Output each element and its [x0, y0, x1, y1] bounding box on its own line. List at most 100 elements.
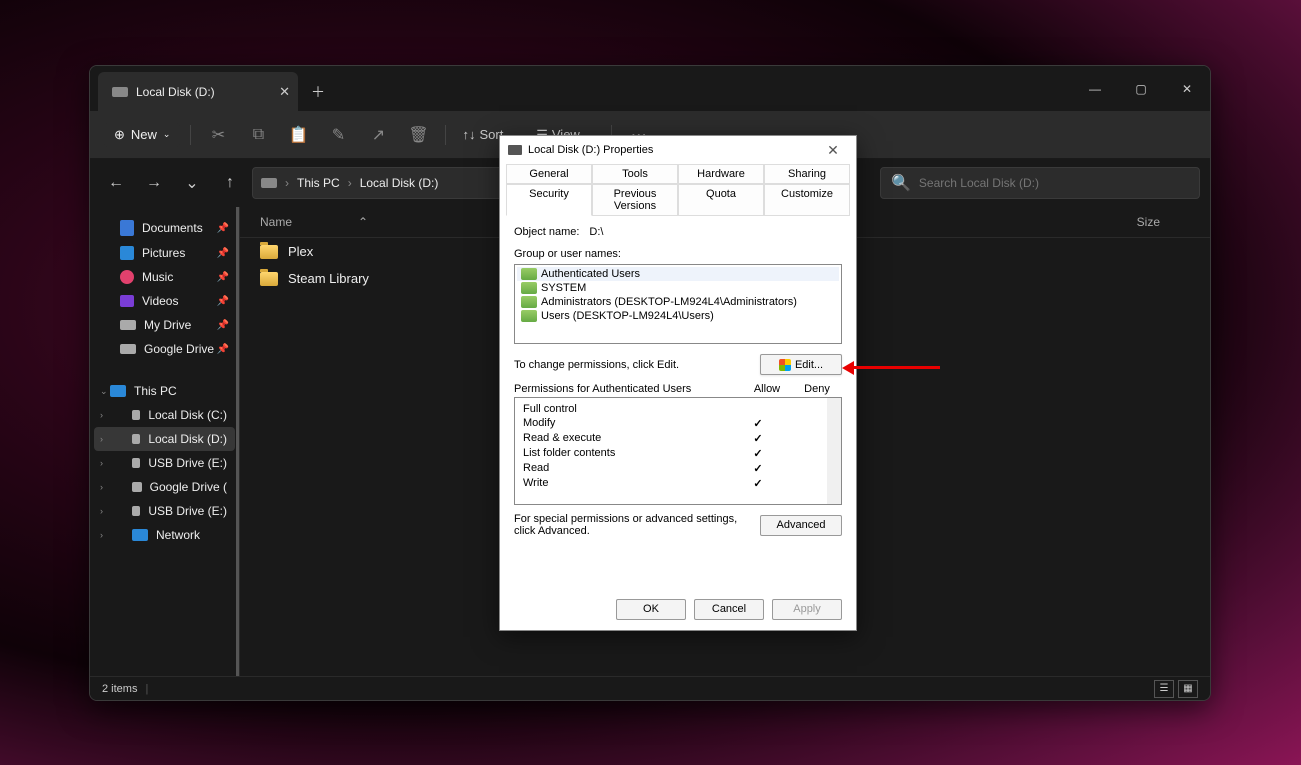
- sidebar-item-my-drive[interactable]: My Drive📌: [94, 313, 235, 337]
- pin-icon: 📌: [217, 248, 229, 259]
- sidebar-item-music[interactable]: Music📌: [94, 265, 235, 289]
- allow-header: Allow: [742, 383, 792, 395]
- group-system[interactable]: SYSTEM: [517, 281, 839, 295]
- properties-dialog: Local Disk (D:) Properties ✕ General Too…: [499, 135, 857, 631]
- sidebar-this-pc[interactable]: ⌄This PC: [94, 379, 235, 403]
- close-button[interactable]: ✕: [1164, 66, 1210, 111]
- dialog-close-button[interactable]: ✕: [818, 142, 848, 159]
- sidebar-item-videos[interactable]: Videos📌: [94, 289, 235, 313]
- drive-icon: [132, 506, 140, 516]
- chevron-right-icon: ›: [100, 482, 103, 492]
- perm-write: Write✓: [523, 476, 833, 491]
- group-authenticated-users[interactable]: Authenticated Users: [517, 267, 839, 281]
- sidebar-item-documents[interactable]: Documents📌: [94, 215, 235, 241]
- breadcrumb-current[interactable]: Local Disk (D:): [360, 176, 439, 190]
- chevron-down-icon: ⌄: [163, 129, 171, 140]
- chevron-right-icon: ›: [100, 458, 103, 468]
- chevron-right-icon: ›: [348, 176, 352, 190]
- deny-header: Deny: [792, 383, 842, 395]
- up-button[interactable]: ↑: [214, 167, 246, 199]
- drive-icon: [120, 320, 136, 330]
- sidebar-drive-d[interactable]: ›Local Disk (D:): [94, 427, 235, 451]
- sidebar-google-drive[interactable]: ›Google Drive (: [94, 475, 235, 499]
- share-icon[interactable]: ↗: [361, 118, 395, 152]
- tab-sharing[interactable]: Sharing: [764, 164, 850, 184]
- tab-general[interactable]: General: [506, 164, 592, 184]
- tab-customize[interactable]: Customize: [764, 184, 850, 216]
- sidebar-drive-c[interactable]: ›Local Disk (C:): [94, 403, 235, 427]
- breadcrumb-root[interactable]: This PC: [297, 176, 340, 190]
- sidebar-scrollbar[interactable]: [236, 207, 239, 676]
- drive-icon: [120, 344, 136, 354]
- videos-icon: [120, 295, 134, 307]
- pin-icon: 📌: [217, 344, 229, 355]
- back-button[interactable]: ←: [100, 167, 132, 199]
- perm-read: Read✓: [523, 461, 833, 476]
- sidebar: Documents📌 Pictures📌 Music📌 Videos📌 My D…: [90, 207, 240, 676]
- chevron-right-icon: ›: [100, 434, 103, 444]
- tab-quota[interactable]: Quota: [678, 184, 764, 216]
- copy-icon[interactable]: ⧉: [241, 118, 275, 152]
- details-view-button[interactable]: ☰: [1154, 680, 1174, 698]
- shield-icon: [779, 359, 791, 371]
- tab-close-icon[interactable]: ✕: [279, 84, 290, 100]
- group-list[interactable]: Authenticated Users SYSTEM Administrator…: [514, 264, 842, 344]
- group-administrators[interactable]: Administrators (DESKTOP-LM924L4\Administ…: [517, 295, 839, 309]
- cancel-button[interactable]: Cancel: [694, 599, 764, 620]
- drive-icon: [132, 410, 140, 420]
- dialog-body: Object name: D:\ Group or user names: Au…: [500, 216, 856, 547]
- search-box[interactable]: 🔍: [880, 167, 1200, 199]
- users-icon: [521, 282, 537, 294]
- users-icon: [521, 268, 537, 280]
- new-tab-button[interactable]: ＋: [298, 72, 338, 111]
- search-input[interactable]: [919, 176, 1189, 190]
- tab-security[interactable]: Security: [506, 184, 592, 216]
- special-permissions-text: For special permissions or advanced sett…: [514, 513, 750, 537]
- deny-check: [783, 477, 833, 490]
- paste-icon[interactable]: 📋: [281, 118, 315, 152]
- maximize-button[interactable]: ▢: [1118, 66, 1164, 111]
- cut-icon[interactable]: ✂: [201, 118, 235, 152]
- permissions-scrollbar[interactable]: [827, 398, 841, 504]
- dialog-titlebar: Local Disk (D:) Properties ✕: [500, 136, 856, 164]
- group-users[interactable]: Users (DESKTOP-LM924L4\Users): [517, 309, 839, 323]
- pc-icon: [110, 385, 126, 397]
- tab-local-disk-d[interactable]: Local Disk (D:) ✕: [98, 72, 298, 111]
- recent-button[interactable]: ⌄: [176, 167, 208, 199]
- edit-button[interactable]: Edit...: [760, 354, 842, 375]
- folder-icon: [260, 245, 278, 259]
- document-icon: [120, 220, 134, 236]
- tab-previous-versions[interactable]: Previous Versions: [592, 184, 678, 216]
- sidebar-network[interactable]: ›Network: [94, 523, 235, 547]
- delete-icon[interactable]: 🗑: [401, 118, 435, 152]
- perm-full-control: Full control: [523, 402, 833, 416]
- users-icon: [521, 296, 537, 308]
- sidebar-usb-drive-e-2[interactable]: ›USB Drive (E:): [94, 499, 235, 523]
- apply-button[interactable]: Apply: [772, 599, 842, 620]
- window-controls: — ▢ ✕: [1072, 66, 1210, 111]
- rename-icon[interactable]: ✎: [321, 118, 355, 152]
- group-label: Group or user names:: [514, 248, 842, 260]
- chevron-right-icon: ›: [100, 530, 103, 540]
- icons-view-button[interactable]: ▦: [1178, 680, 1198, 698]
- advanced-button[interactable]: Advanced: [760, 515, 842, 536]
- network-icon: [132, 529, 148, 541]
- new-button[interactable]: ⊕ New ⌄: [104, 123, 180, 147]
- column-size[interactable]: Size: [1137, 215, 1190, 229]
- drive-icon: [261, 178, 277, 188]
- pin-icon: 📌: [217, 272, 229, 283]
- minimize-button[interactable]: —: [1072, 66, 1118, 111]
- sidebar-item-google-drive[interactable]: Google Drive📌: [94, 337, 235, 361]
- tab-tools[interactable]: Tools: [592, 164, 678, 184]
- sidebar-usb-drive-e[interactable]: ›USB Drive (E:): [94, 451, 235, 475]
- sort-indicator-icon: ⌃: [358, 215, 368, 229]
- deny-check: [783, 462, 833, 475]
- chevron-right-icon: ›: [100, 410, 103, 420]
- breadcrumb[interactable]: › This PC › Local Disk (D:): [252, 167, 512, 199]
- allow-check: ✓: [733, 462, 783, 475]
- forward-button[interactable]: →: [138, 167, 170, 199]
- chevron-right-icon: ›: [100, 506, 103, 516]
- tab-hardware[interactable]: Hardware: [678, 164, 764, 184]
- ok-button[interactable]: OK: [616, 599, 686, 620]
- sidebar-item-pictures[interactable]: Pictures📌: [94, 241, 235, 265]
